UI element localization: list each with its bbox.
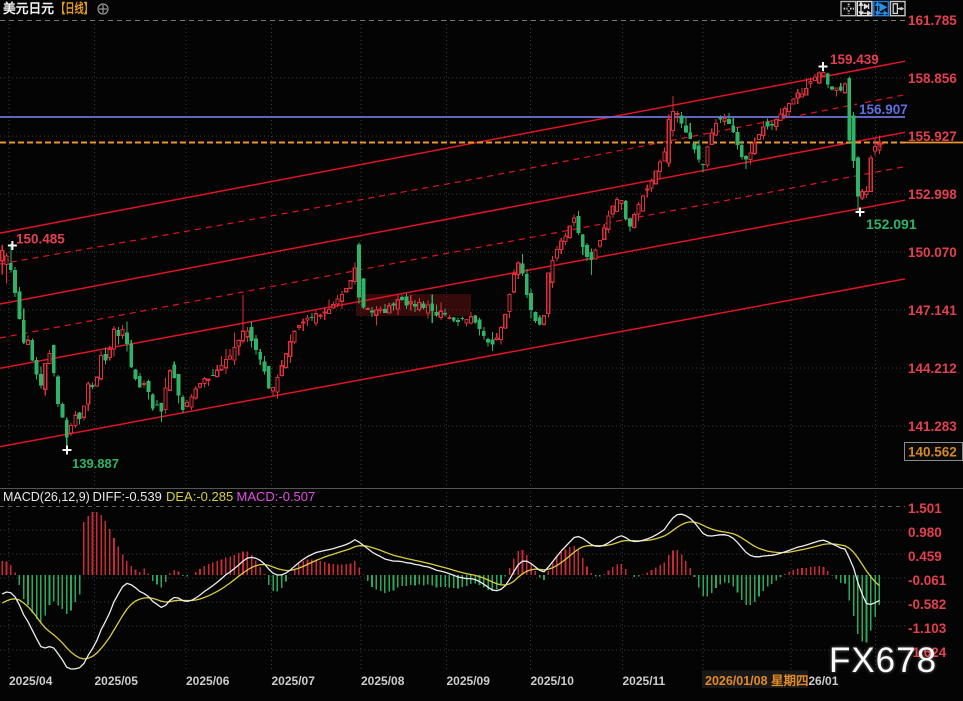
svg-text:152.998: 152.998 [908, 187, 957, 202]
svg-text:FX678: FX678 [829, 641, 937, 680]
svg-text:2025/08: 2025/08 [361, 674, 405, 688]
svg-text:158.856: 158.856 [908, 71, 957, 86]
svg-text:139.887: 139.887 [72, 456, 119, 471]
svg-text:0.980: 0.980 [908, 525, 942, 540]
svg-text:2025/10: 2025/10 [531, 674, 575, 688]
svg-text:2025/11: 2025/11 [623, 674, 666, 688]
svg-text:-0.582: -0.582 [908, 597, 946, 612]
svg-text:159.439: 159.439 [830, 52, 879, 67]
svg-text:【日线】: 【日线】 [56, 1, 93, 16]
svg-text:2025/06: 2025/06 [186, 674, 230, 688]
svg-text:141.283: 141.283 [908, 419, 957, 434]
svg-text:2025/07: 2025/07 [272, 674, 316, 688]
svg-text:155.927: 155.927 [908, 129, 957, 144]
svg-text:147.141: 147.141 [908, 303, 957, 318]
svg-text:140.562: 140.562 [908, 445, 957, 460]
svg-text:150.070: 150.070 [908, 245, 957, 260]
svg-text:MACD:-0.507: MACD:-0.507 [237, 489, 316, 504]
svg-text:-1.103: -1.103 [908, 621, 947, 636]
svg-text:DEA:-0.285: DEA:-0.285 [166, 489, 233, 504]
svg-text:1.501: 1.501 [908, 501, 942, 516]
svg-text:2025/05: 2025/05 [95, 674, 139, 688]
svg-text:MACD(26,12,9): MACD(26,12,9) [3, 490, 90, 504]
svg-text:152.091: 152.091 [866, 216, 917, 232]
svg-text:2025/09: 2025/09 [447, 674, 491, 688]
svg-text:DIFF:-0.539: DIFF:-0.539 [93, 489, 162, 504]
svg-text:-0.061: -0.061 [908, 573, 947, 588]
svg-text:美元日元: 美元日元 [3, 1, 54, 16]
svg-text:144.212: 144.212 [908, 361, 957, 376]
svg-text:2026/01/08 星期四: 2026/01/08 星期四 [705, 673, 809, 688]
svg-text:150.485: 150.485 [16, 232, 65, 247]
svg-text:2025/04: 2025/04 [9, 674, 53, 688]
svg-text:161.785: 161.785 [908, 13, 957, 28]
svg-text:0.459: 0.459 [908, 549, 942, 564]
svg-text:156.907: 156.907 [859, 102, 908, 117]
